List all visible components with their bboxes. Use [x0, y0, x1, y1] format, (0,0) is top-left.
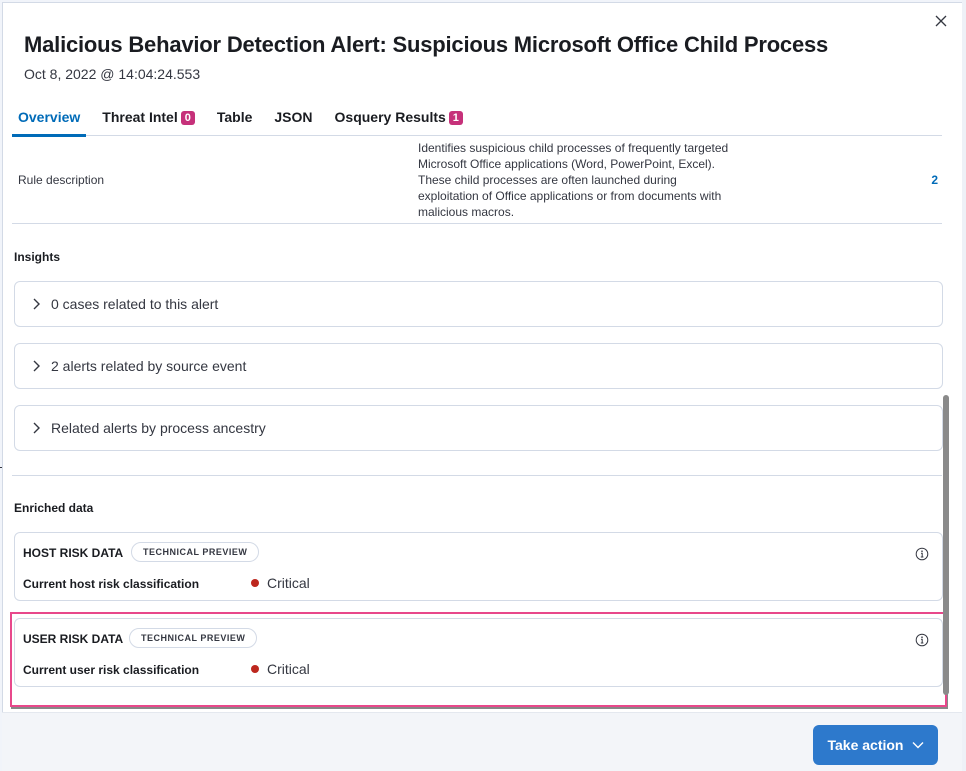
- flyout-footer: Take action: [2, 712, 962, 771]
- tab-overview[interactable]: Overview: [12, 104, 87, 137]
- insight-source-event-accordion[interactable]: 2 alerts related by source event: [14, 343, 943, 389]
- chevron-right-icon: [33, 360, 40, 372]
- tab-label: Overview: [18, 109, 81, 125]
- count-badge: 1: [448, 111, 463, 125]
- insight-process-ancestry-accordion[interactable]: Related alerts by process ancestry: [14, 405, 943, 451]
- host-risk-label: Current host risk classification: [23, 577, 200, 591]
- button-label: Take action: [827, 737, 904, 753]
- count-badge: 0: [180, 111, 195, 125]
- tab-osquery-results[interactable]: Osquery Results 1: [329, 104, 469, 136]
- alert-count-link[interactable]: 2: [931, 173, 938, 187]
- background-strip: [962, 0, 966, 771]
- insights-title: Insights: [14, 250, 61, 264]
- accordion-label: Related alerts by process ancestry: [51, 420, 266, 436]
- close-icon[interactable]: [932, 12, 950, 30]
- field-label: Rule description: [18, 173, 105, 187]
- tab-label: Threat Intel: [102, 109, 178, 125]
- tab-label: Osquery Results: [334, 109, 446, 125]
- insight-cases-accordion[interactable]: 0 cases related to this alert: [14, 281, 943, 327]
- host-risk-card: HOST RISK DATA TECHNICAL PREVIEW Current…: [14, 532, 943, 601]
- user-risk-highlight-box: [10, 612, 947, 707]
- flyout-title: Malicious Behavior Detection Alert: Susp…: [24, 32, 829, 57]
- field-value: Identifies suspicious child processes of…: [418, 141, 729, 219]
- enriched-data-title: Enriched data: [14, 501, 94, 515]
- host-risk-title: HOST RISK DATA: [23, 546, 124, 560]
- section-divider: [12, 475, 942, 476]
- accordion-label: 0 cases related to this alert: [51, 296, 219, 312]
- scrollbar-thumb[interactable]: [943, 395, 949, 695]
- chevron-right-icon: [33, 298, 40, 310]
- tab-bar: Overview Threat Intel 0 Table JSON Osquer…: [12, 104, 942, 137]
- chevron-down-icon: [912, 742, 923, 749]
- alert-timestamp: Oct 8, 2022 @ 14:04:24.553: [24, 66, 201, 82]
- tab-table[interactable]: Table: [211, 104, 259, 136]
- rule-description-row: Rule description Identifies suspicious c…: [12, 138, 942, 224]
- risk-value-text: Critical: [267, 575, 310, 591]
- critical-dot-icon: [251, 579, 259, 587]
- info-icon[interactable]: [915, 547, 929, 561]
- technical-preview-badge: TECHNICAL PREVIEW: [131, 542, 260, 562]
- tab-label: Table: [216, 109, 253, 125]
- chevron-right-icon: [33, 422, 40, 434]
- tab-threat-intel[interactable]: Threat Intel 0: [96, 104, 201, 136]
- accordion-label: 2 alerts related by source event: [51, 358, 247, 374]
- tab-json[interactable]: JSON: [268, 104, 318, 136]
- take-action-button[interactable]: Take action: [813, 725, 938, 765]
- tab-label: JSON: [274, 109, 313, 125]
- host-risk-value: Critical: [251, 575, 310, 591]
